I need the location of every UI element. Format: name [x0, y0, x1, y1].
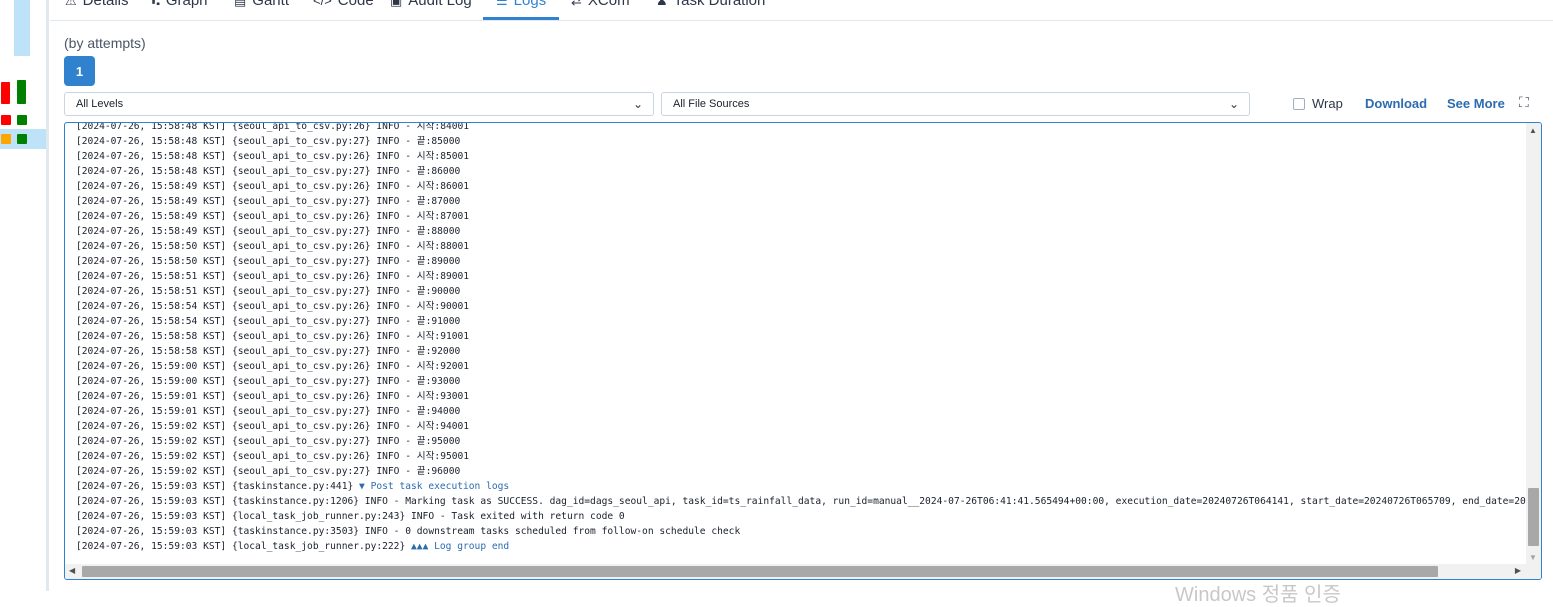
tab-label: Audit Log [408, 0, 472, 9]
scrollbar-thumb[interactable] [82, 566, 1438, 577]
log-line: [2024-07-26, 15:58:48 KST] {seoul_api_to… [76, 151, 470, 162]
log-line: [2024-07-26, 15:59:03 KST] {local_task_j… [76, 511, 625, 522]
tab-label: Gantt [252, 0, 289, 9]
logs-icon: ☰ [496, 0, 508, 8]
attempts-label: (by attempts) [64, 35, 146, 51]
tab-xcom[interactable]: ⇄ XCom [571, 0, 630, 9]
log-line: [2024-07-26, 15:59:02 KST] {seoul_api_to… [76, 466, 461, 477]
log-group-end[interactable]: ▲▲▲ Log group end [411, 541, 509, 552]
tab-details[interactable]: ⚠ Details [65, 0, 129, 9]
task-status-success[interactable] [17, 134, 27, 144]
log-line: [2024-07-26, 15:59:02 KST] {seoul_api_to… [76, 436, 461, 447]
tab-label: Code [337, 0, 374, 9]
chevron-down-icon: ⌄ [1228, 97, 1239, 111]
see-more-link[interactable]: See More [1447, 96, 1505, 111]
log-line: [2024-07-26, 15:59:03 KST] {taskinstance… [76, 526, 741, 537]
log-line: [2024-07-26, 15:58:49 KST] {seoul_api_to… [76, 211, 470, 222]
scroll-down-icon[interactable]: ▼ [1529, 553, 1537, 562]
log-line: [2024-07-26, 15:59:02 KST] {seoul_api_to… [76, 451, 470, 462]
selected-run-bar[interactable] [14, 0, 30, 56]
active-tab-indicator [483, 17, 559, 20]
task-status-strip [0, 0, 50, 591]
log-line: [2024-07-26, 15:58:49 KST] {seoul_api_to… [76, 181, 470, 192]
code-icon: </> [313, 0, 332, 8]
windows-activation-watermark: Windows 정품 인증 [1175, 584, 1341, 606]
log-line: [2024-07-26, 15:58:51 KST] {seoul_api_to… [76, 271, 470, 282]
attempt-button-1[interactable]: 1 [64, 56, 95, 86]
checkbox-icon[interactable] [1293, 97, 1305, 110]
log-line: [2024-07-26, 15:58:48 KST] {seoul_api_to… [76, 122, 470, 132]
run-status-bar-success[interactable] [17, 80, 26, 104]
download-link[interactable]: Download [1365, 96, 1427, 111]
file-source-value: All File Sources [673, 98, 750, 110]
scrollbar-thumb[interactable] [1528, 488, 1539, 546]
task-status-success[interactable] [17, 115, 27, 125]
log-line: [2024-07-26, 15:59:03 KST] {local_task_j… [76, 541, 510, 552]
gantt-icon: ▤ [234, 0, 247, 8]
log-line: [2024-07-26, 15:58:48 KST] {seoul_api_to… [76, 136, 461, 147]
log-line: [2024-07-26, 15:59:00 KST] {seoul_api_to… [76, 376, 461, 387]
log-line: [2024-07-26, 15:59:00 KST] {seoul_api_to… [76, 361, 470, 372]
graph-icon: ⑆ [152, 0, 160, 8]
log-line: [2024-07-26, 15:59:01 KST] {seoul_api_to… [76, 391, 470, 402]
log-line: [2024-07-26, 15:58:50 KST] {seoul_api_to… [76, 241, 470, 252]
log-viewer[interactable]: [2024-07-26, 15:58:48 KST] {seoul_api_to… [64, 122, 1542, 580]
scroll-up-icon[interactable]: ▲ [1529, 126, 1537, 135]
wrap-label: Wrap [1312, 96, 1343, 111]
warning-triangle-icon: ⚠ [65, 0, 77, 8]
tab-graph[interactable]: ⑆ Graph [152, 0, 208, 9]
log-line: [2024-07-26, 15:58:49 KST] {seoul_api_to… [76, 196, 461, 207]
tab-task-duration[interactable]: ♟ Task Duration [656, 0, 765, 9]
log-line: [2024-07-26, 15:59:03 KST] {taskinstance… [76, 496, 1526, 507]
tab-audit-log[interactable]: ▣ Audit Log [390, 0, 472, 9]
panel-divider[interactable] [46, 0, 49, 591]
log-line: [2024-07-26, 15:58:49 KST] {seoul_api_to… [76, 226, 461, 237]
log-line: [2024-07-26, 15:58:58 KST] {seoul_api_to… [76, 331, 470, 342]
wrap-checkbox[interactable]: Wrap [1293, 96, 1343, 111]
xcom-icon: ⇄ [571, 0, 582, 8]
tab-label: Task Duration [673, 0, 766, 9]
task-tabs: ⚠ Details ⑆ Graph ▤ Gantt </> Code ▣ Aud… [50, 0, 1553, 21]
chevron-down-icon: ⌄ [632, 97, 643, 111]
log-line: [2024-07-26, 15:58:48 KST] {seoul_api_to… [76, 166, 461, 177]
log-level-select[interactable]: All Levels ⌄ [64, 92, 654, 116]
log-line: [2024-07-26, 15:59:02 KST] {seoul_api_to… [76, 421, 470, 432]
horizontal-scrollbar[interactable]: ◀ ▶ [65, 564, 1541, 579]
log-line: [2024-07-26, 15:58:50 KST] {seoul_api_to… [76, 256, 461, 267]
file-source-select[interactable]: All File Sources ⌄ [661, 92, 1250, 116]
log-line: [2024-07-26, 15:58:58 KST] {seoul_api_to… [76, 346, 461, 357]
tab-code[interactable]: </> Code [313, 0, 374, 9]
tab-label: Graph [165, 0, 208, 9]
tab-label: Logs [513, 0, 547, 9]
tab-label: XCom [587, 0, 630, 9]
fullscreen-icon[interactable]: ⛶ [1519, 94, 1529, 111]
log-line: [2024-07-26, 15:58:54 KST] {seoul_api_to… [76, 301, 470, 312]
log-line: [2024-07-26, 15:58:54 KST] {seoul_api_to… [76, 316, 461, 327]
tab-label: Details [82, 0, 129, 9]
scroll-right-icon[interactable]: ▶ [1515, 566, 1521, 575]
tab-gantt[interactable]: ▤ Gantt [234, 0, 289, 9]
vertical-scrollbar[interactable]: ▲ ▼ [1526, 123, 1541, 565]
task-duration-icon: ♟ [656, 0, 668, 8]
audit-log-icon: ▣ [390, 0, 403, 8]
log-line: [2024-07-26, 15:59:03 KST] {taskinstance… [76, 481, 510, 492]
log-line: [2024-07-26, 15:59:01 KST] {seoul_api_to… [76, 406, 461, 417]
task-status-failed[interactable] [1, 115, 11, 125]
run-status-bar-failed[interactable] [1, 82, 10, 104]
scroll-left-icon[interactable]: ◀ [69, 566, 75, 575]
log-line: [2024-07-26, 15:58:51 KST] {seoul_api_to… [76, 286, 461, 297]
task-status-upstream-failed[interactable] [1, 134, 11, 144]
log-level-value: All Levels [76, 98, 124, 110]
log-lines: [2024-07-26, 15:58:48 KST] {seoul_api_to… [76, 122, 1526, 554]
log-group-toggle[interactable]: ▼ Post task execution logs [359, 481, 509, 492]
tab-logs[interactable]: ☰ Logs [496, 0, 546, 9]
